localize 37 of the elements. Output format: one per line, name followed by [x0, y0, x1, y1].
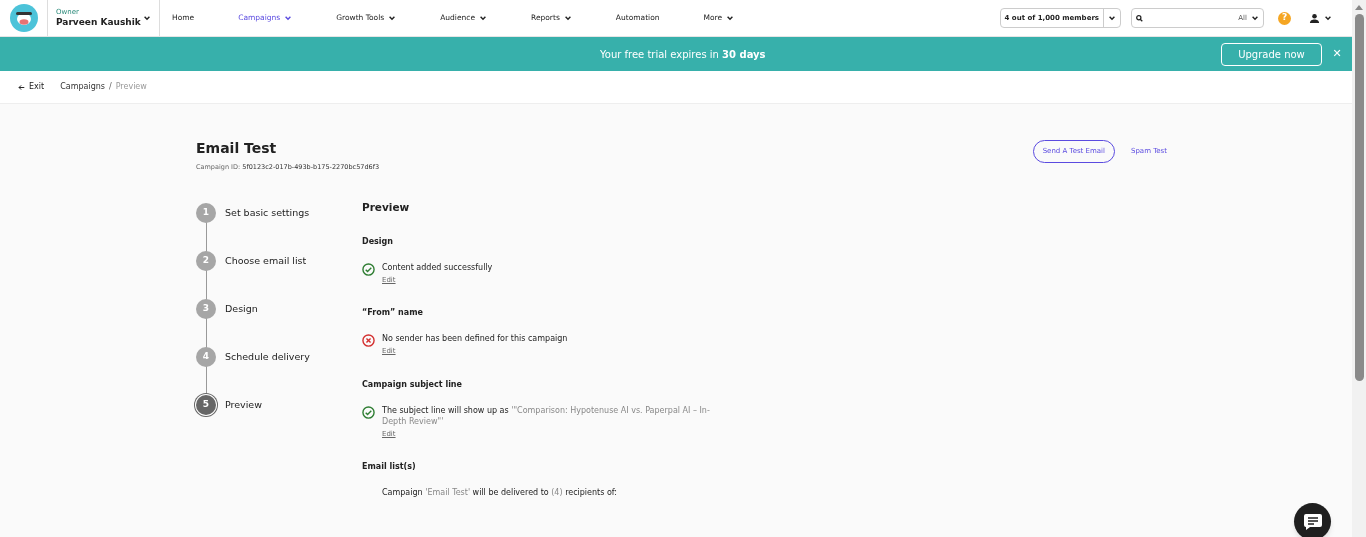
section-title: Campaign subject line	[362, 379, 463, 390]
chevron-down-icon	[1251, 14, 1259, 22]
step-label[interactable]: Design	[225, 301, 258, 316]
status-message: Content added successfully	[382, 261, 494, 273]
arrow-left-icon	[18, 83, 25, 91]
section-title: “From” name	[362, 308, 424, 319]
scroll-up-icon	[1355, 4, 1363, 10]
user-menu[interactable]	[1309, 12, 1332, 24]
exit-link[interactable]: Exit	[18, 81, 45, 93]
scrollbar-thumb[interactable]	[1354, 14, 1364, 381]
section-title: Design	[362, 236, 394, 247]
step-label[interactable]: Preview	[225, 397, 262, 412]
user-icon	[1309, 12, 1320, 24]
step-label[interactable]: Choose email list	[225, 253, 307, 268]
preview-heading: Preview	[362, 199, 411, 214]
step-label[interactable]: Set basic settings	[225, 205, 310, 220]
status-message: The subject line will show up as '"Comparison: Hypotenuse AI vs. Paperpal AI – In-Depth Review"'	[382, 404, 711, 427]
breadcrumb-item[interactable]: Campaigns	[60, 81, 105, 93]
chat-bubble-icon	[1302, 512, 1323, 531]
breadcrumb-separator: /	[108, 81, 112, 93]
step-number: 1	[196, 202, 216, 223]
scrollbar[interactable]	[1352, 0, 1366, 537]
status-message: No sender has been defined for this campaign	[382, 333, 569, 345]
campaign-title: Email Test	[196, 139, 278, 157]
trial-message: Your free trial expires in 30 days	[600, 47, 766, 62]
step-number: 2	[196, 250, 216, 271]
section-title: Email list(s)	[362, 462, 417, 473]
chevron-down-icon	[1108, 14, 1116, 22]
search-icon	[1136, 14, 1143, 22]
step-number: 4	[196, 346, 216, 367]
step-number: 5	[196, 394, 216, 415]
chevron-down-icon	[143, 14, 151, 22]
step-label[interactable]: Schedule delivery	[225, 349, 310, 364]
step-number: 3	[196, 298, 216, 319]
chat-button[interactable]	[1294, 503, 1331, 537]
chevron-down-icon	[1324, 14, 1332, 22]
status-message: Campaign 'Email Test' will be delivered to (4) recipients of:	[382, 487, 619, 499]
